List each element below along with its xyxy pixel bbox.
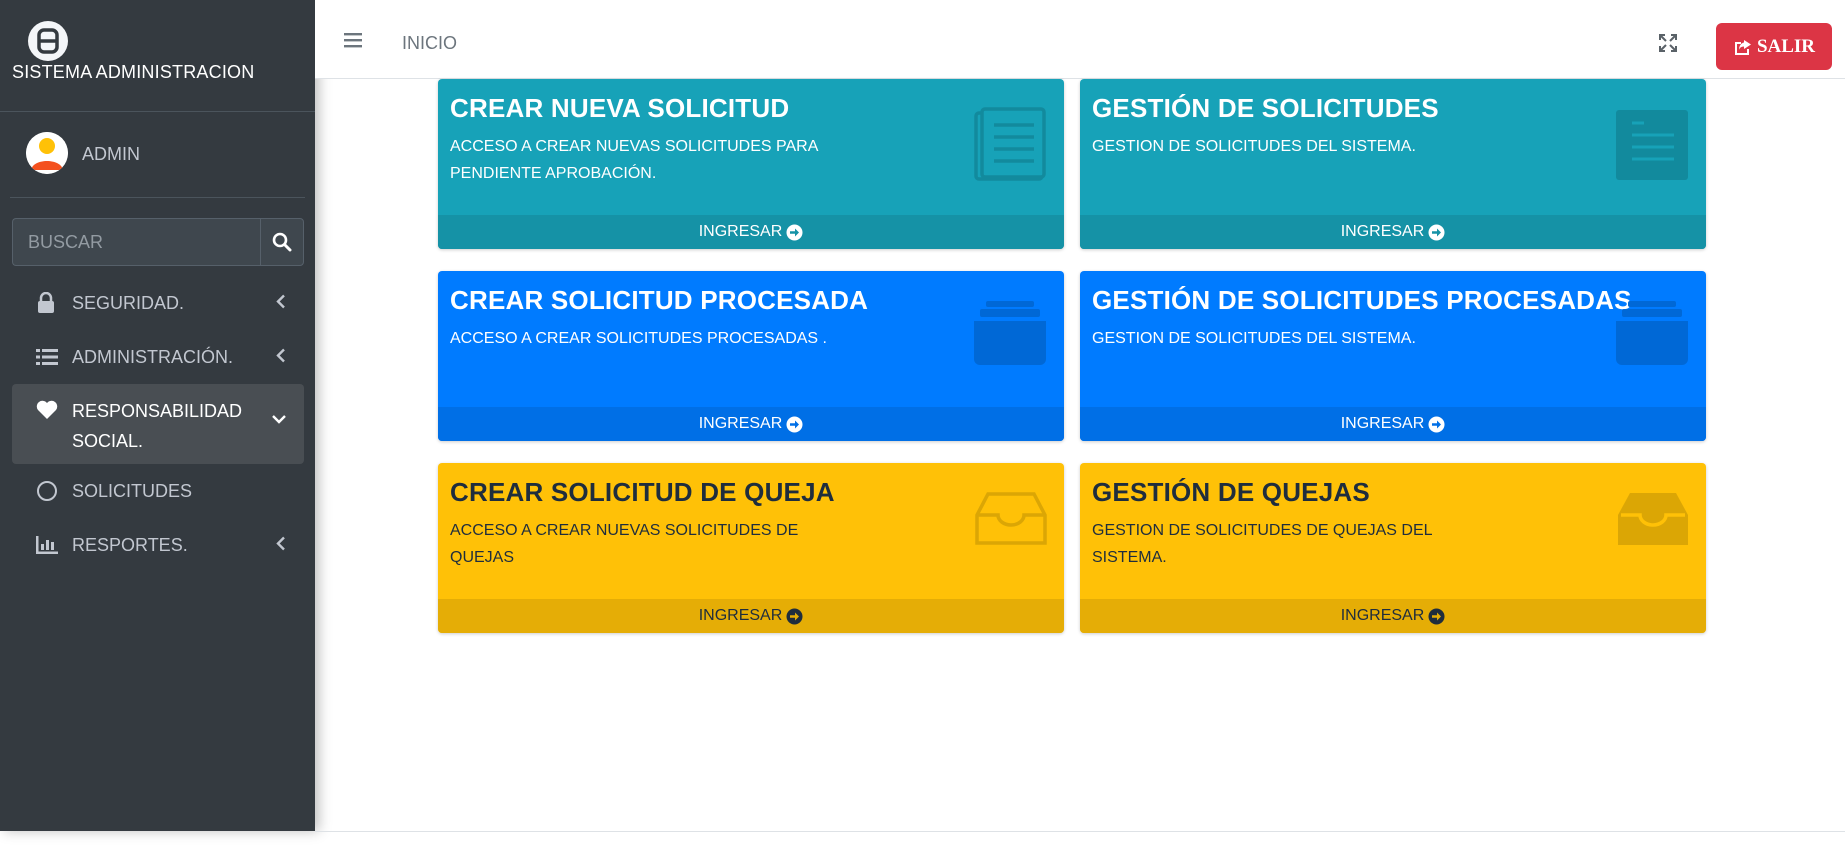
brand-link[interactable]: SISTEMA ADMINISTRACION: [0, 0, 315, 112]
list-icon: [36, 348, 72, 366]
chevron-left-icon: [276, 535, 286, 556]
lock-icon: [36, 292, 72, 314]
sidebar-item-label: SEGURIDAD.: [72, 292, 185, 313]
sidebar-item-label: RESPONSABILIDAD SOCIAL.: [72, 401, 243, 451]
card-title: CREAR SOLICITUD PROCESADA: [450, 285, 869, 315]
card-title: GESTIÓN DE SOLICITUDES: [1092, 93, 1439, 123]
sidebar-nav: SEGURIDAD. ADMINISTRACIÓN. RESPONSABILID…: [12, 276, 304, 572]
brand-logo-icon: [28, 21, 68, 61]
sidebar-item-responsabilidad-social[interactable]: RESPONSABILIDAD SOCIAL.: [12, 384, 304, 464]
arrow-circle-right-icon: [1428, 224, 1445, 240]
arrow-circle-right-icon: [1428, 608, 1445, 624]
breadcrumb-inicio[interactable]: INICIO: [402, 33, 457, 54]
card-gestion-de-quejas: GESTIÓN DE QUEJAS GESTION DE SOLICITUDES…: [1080, 463, 1706, 633]
inbox-icon: [1616, 491, 1690, 552]
top-navbar: INICIO SALIR: [315, 0, 1845, 79]
sidebar-item-label: ADMINISTRACIÓN.: [72, 346, 234, 367]
card-description: ACCESO A CREAR SOLICITUDES PROCESADAS .: [450, 330, 827, 347]
card-link-label: INGRESAR: [1340, 415, 1425, 432]
card-link-label: INGRESAR: [698, 607, 783, 624]
arrow-circle-right-icon: [786, 224, 803, 240]
card-title: GESTIÓN DE SOLICITUDES PROCESADAS: [1092, 285, 1632, 315]
fullscreen-icon[interactable]: [1658, 33, 1678, 58]
logout-label: SALIR: [1756, 35, 1816, 57]
chevron-left-icon: [276, 293, 286, 314]
arrow-circle-right-icon: [1428, 416, 1445, 432]
share-square-icon: [1734, 39, 1751, 55]
card-gestion-de-solicitudes-procesadas: GESTIÓN DE SOLICITUDES PROCESADAS GESTIO…: [1080, 271, 1706, 441]
card-description: GESTION DE SOLICITUDES DE QUEJAS DEL SIS…: [1092, 522, 1432, 566]
circle-icon: [36, 480, 72, 502]
card-gestion-de-solicitudes: GESTIÓN DE SOLICITUDES GESTION DE SOLICI…: [1080, 79, 1706, 249]
card-link-label: INGRESAR: [698, 223, 783, 240]
search-icon: [272, 232, 292, 252]
heart-icon: [36, 400, 72, 420]
card-link-label: INGRESAR: [1340, 607, 1425, 624]
card-crear-solicitud-de-queja: CREAR SOLICITUD DE QUEJA ACCESO A CREAR …: [438, 463, 1064, 633]
card-footer-link[interactable]: INGRESAR: [438, 599, 1064, 633]
sidebar: SISTEMA ADMINISTRACION ADMIN SEGURIDAD.: [0, 0, 315, 831]
chevron-down-icon: [272, 408, 286, 429]
hamburger-menu-icon[interactable]: [343, 32, 363, 53]
card-title: CREAR NUEVA SOLICITUD: [450, 93, 790, 123]
sidebar-item-label: SOLICITUDES: [72, 480, 193, 501]
sidebar-item-resportes[interactable]: RESPORTES.: [12, 518, 304, 572]
card-crear-nueva-solicitud: CREAR NUEVA SOLICITUD ACCESO A CREAR NUE…: [438, 79, 1064, 249]
sidebar-item-seguridad[interactable]: SEGURIDAD.: [12, 276, 304, 330]
card-description: ACCESO A CREAR NUEVAS SOLICITUDES DE QUE…: [450, 522, 799, 566]
arrow-circle-right-icon: [786, 416, 803, 432]
archive-icon: [972, 299, 1048, 372]
search-button[interactable]: [260, 218, 304, 266]
card-title: CREAR SOLICITUD DE QUEJA: [450, 477, 835, 507]
sidebar-item-administracion[interactable]: ADMINISTRACIÓN.: [12, 330, 304, 384]
card-title: GESTIÓN DE QUEJAS: [1092, 477, 1370, 507]
sidebar-search: [12, 218, 304, 266]
card-link-label: INGRESAR: [698, 415, 783, 432]
card-link-label: INGRESAR: [1340, 223, 1425, 240]
document-icon: [1614, 107, 1690, 188]
document-icon: [972, 107, 1048, 188]
chevron-left-icon: [276, 347, 286, 368]
search-input[interactable]: [12, 218, 260, 266]
arrow-circle-right-icon: [786, 608, 803, 624]
inbox-icon: [974, 491, 1048, 552]
avatar: [26, 132, 68, 174]
brand-title: SISTEMA ADMINISTRACION: [12, 62, 255, 82]
card-footer-link[interactable]: INGRESAR: [1080, 599, 1706, 633]
logout-button[interactable]: SALIR: [1716, 23, 1832, 70]
card-footer-link[interactable]: INGRESAR: [438, 407, 1064, 441]
card-description: GESTION DE SOLICITUDES DEL SISTEMA.: [1092, 330, 1416, 347]
card-footer-link[interactable]: INGRESAR: [438, 215, 1064, 249]
archive-icon: [1614, 299, 1690, 372]
footer-divider: [315, 831, 1845, 832]
card-description: GESTION DE SOLICITUDES DEL SISTEMA.: [1092, 138, 1416, 155]
card-footer-link[interactable]: INGRESAR: [1080, 407, 1706, 441]
card-crear-solicitud-procesada: CREAR SOLICITUD PROCESADA ACCESO A CREAR…: [438, 271, 1064, 441]
card-description: ACCESO A CREAR NUEVAS SOLICITUDES PARA P…: [450, 138, 818, 182]
user-panel[interactable]: ADMIN: [10, 112, 305, 198]
sidebar-item-label: RESPORTES.: [72, 534, 188, 555]
user-name[interactable]: ADMIN: [82, 144, 140, 165]
sidebar-item-solicitudes[interactable]: SOLICITUDES: [12, 464, 304, 518]
bar-chart-icon: [36, 536, 72, 554]
card-footer-link[interactable]: INGRESAR: [1080, 215, 1706, 249]
